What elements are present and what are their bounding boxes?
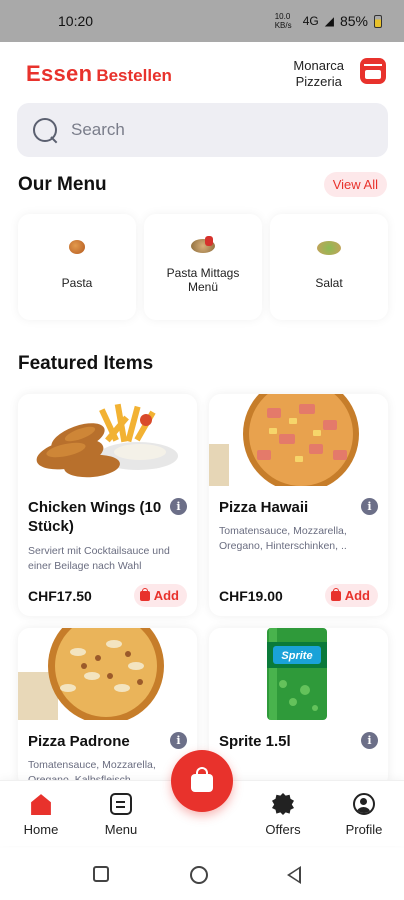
category-card-salat[interactable]: Salat	[270, 214, 388, 320]
store-icon[interactable]	[360, 58, 386, 84]
home-circle-icon[interactable]	[190, 866, 208, 884]
product-name: Pizza Hawaii	[219, 499, 309, 516]
add-to-cart-button[interactable]: Add	[133, 584, 187, 607]
pasta-image	[63, 236, 91, 260]
network-type: 4G	[302, 14, 319, 28]
logo-primary: Essen	[26, 61, 93, 86]
status-time: 10:20	[58, 13, 94, 29]
profile-icon	[353, 793, 375, 815]
category-card-pasta-mittags[interactable]: Pasta Mittags Menü	[144, 214, 262, 320]
menu-icon	[110, 793, 132, 815]
battery-level: 85%	[339, 13, 368, 29]
battery-icon	[374, 14, 382, 28]
store-name-line2: Pizzeria	[295, 74, 342, 89]
category-label: Salat	[315, 276, 343, 290]
product-name: Sprite 1.5l	[219, 733, 291, 750]
info-icon[interactable]: i	[170, 498, 187, 515]
store-name[interactable]: Monarca Pizzeria	[293, 58, 344, 90]
bag-icon	[139, 587, 150, 601]
featured-section-title: Featured Items	[18, 353, 154, 374]
chicken-wings-image	[18, 394, 197, 486]
product-name: Chicken Wings (10 Stück)	[28, 499, 162, 535]
store-name-line1: Monarca	[293, 58, 344, 73]
nav-label: Menu	[104, 822, 138, 837]
nav-label: Home	[23, 822, 59, 837]
system-navigation-bar	[0, 848, 404, 900]
info-icon[interactable]: i	[361, 498, 378, 515]
pizza-hawaii-image	[209, 394, 388, 486]
search-input[interactable]	[71, 120, 361, 140]
shopping-bag-icon	[191, 767, 213, 792]
app-logo: Essen Bestellen	[26, 61, 172, 87]
nav-profile[interactable]: Profile	[334, 793, 394, 837]
add-label: Add	[344, 588, 370, 603]
cart-fab-button[interactable]	[171, 750, 233, 812]
category-card-pasta[interactable]: Pasta	[18, 214, 136, 320]
sprite-bottle-image: Sprite	[209, 628, 388, 720]
product-price: CHF17.50	[28, 588, 92, 604]
product-card-pizza-hawaii[interactable]: Pizza Hawaii i Tomatensauce, Mozzarella,…	[209, 394, 388, 616]
offers-icon	[272, 793, 294, 815]
nav-label: Offers	[265, 822, 301, 837]
app-header: Essen Bestellen Monarca Pizzeria	[0, 52, 404, 100]
product-card-sprite[interactable]: Sprite Sprite 1.5l i	[209, 628, 388, 788]
add-to-cart-button[interactable]: Add	[324, 584, 378, 607]
salat-image	[315, 236, 343, 260]
pasta-mittag-image	[189, 236, 217, 260]
signal-icon: ◢	[324, 14, 334, 28]
pizza-padrone-image	[18, 628, 197, 720]
logo-secondary: Bestellen	[96, 66, 172, 85]
category-label: Pasta	[61, 276, 93, 290]
product-price: CHF19.00	[219, 588, 283, 604]
status-indicators: 10.0 KB/s 4G ◢ 85%	[275, 12, 382, 30]
category-list: Pasta Pasta Mittags Menü Salat	[18, 214, 388, 320]
nav-offers[interactable]: Offers	[253, 793, 313, 837]
view-all-button[interactable]: View All	[323, 172, 387, 197]
add-label: Add	[153, 588, 179, 603]
product-card-chicken-wings[interactable]: Chicken Wings (10 Stück) i Serviert mit …	[18, 394, 197, 616]
nav-menu[interactable]: Menu	[91, 793, 151, 837]
home-icon	[31, 794, 51, 815]
back-triangle-icon[interactable]	[287, 866, 301, 884]
product-description: Tomatensauce, Mozzarella, Oregano, Hinte…	[219, 525, 347, 552]
product-card-pizza-padrone[interactable]: Pizza Padrone i Tomatensauce, Mozzarella…	[18, 628, 197, 788]
product-name: Pizza Padrone	[28, 733, 130, 750]
svg-text:Sprite: Sprite	[281, 650, 312, 662]
search-bar[interactable]	[17, 103, 388, 157]
menu-section-title: Our Menu	[18, 174, 107, 195]
product-description: Serviert mit Cocktailsauce und einer Bei…	[28, 545, 170, 572]
data-speed: 10.0 KB/s	[274, 12, 292, 30]
info-icon[interactable]: i	[170, 732, 187, 749]
category-label: Pasta Mittags Menü	[166, 266, 240, 294]
info-icon[interactable]: i	[361, 732, 378, 749]
nav-label: Profile	[345, 822, 383, 837]
status-bar: 10:20 10.0 KB/s 4G ◢ 85%	[0, 0, 404, 42]
search-icon	[31, 116, 59, 144]
bag-icon	[330, 587, 341, 601]
nav-home[interactable]: Home	[11, 793, 71, 837]
recent-apps-icon[interactable]	[93, 866, 109, 882]
